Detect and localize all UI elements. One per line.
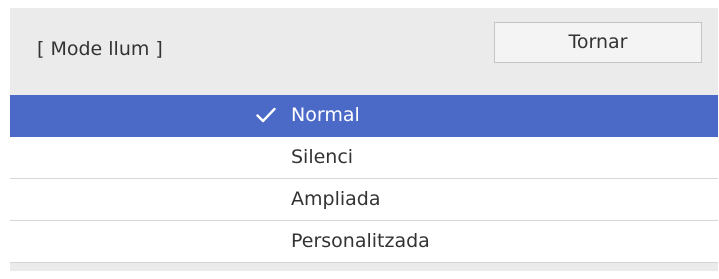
option-silenci[interactable]: Silenci — [10, 137, 718, 179]
light-mode-menu: [ Mode llum ] Tornar Normal Silenci Ampl… — [10, 8, 718, 271]
menu-title: [ Mode llum ] — [37, 38, 163, 60]
option-label: Ampliada — [291, 188, 381, 210]
option-personalitzada[interactable]: Personalitzada — [10, 221, 718, 263]
option-label: Personalitzada — [291, 230, 430, 252]
return-button[interactable]: Tornar — [494, 22, 702, 63]
options-list: Normal Silenci Ampliada Personalitzada — [10, 95, 718, 263]
check-icon — [256, 107, 276, 123]
option-label: Silenci — [291, 146, 354, 168]
option-normal[interactable]: Normal — [10, 95, 718, 137]
option-label: Normal — [291, 104, 360, 126]
option-ampliada[interactable]: Ampliada — [10, 179, 718, 221]
